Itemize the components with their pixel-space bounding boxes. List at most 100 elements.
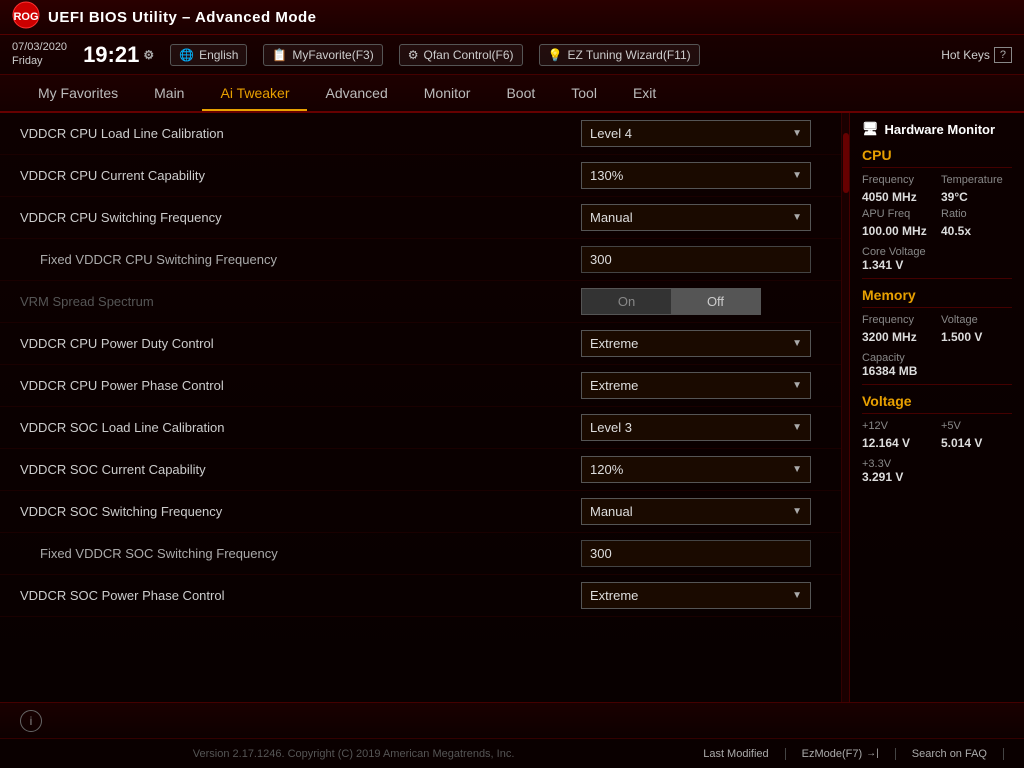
dropdown-value-6: Extreme [590, 378, 638, 393]
tab-monitor[interactable]: Monitor [406, 77, 489, 109]
bottom-bar: i [0, 702, 1024, 738]
setting-row-5: VDDCR CPU Power Duty ControlExtreme▼ [0, 323, 841, 365]
myfavorite-label: MyFavorite(F3) [292, 48, 373, 62]
scrollbar-thumb[interactable] [843, 133, 849, 193]
last-modified-button[interactable]: Last Modified [687, 748, 785, 760]
setting-control-1: 130%▼ [581, 162, 821, 189]
setting-control-2: Manual▼ [581, 204, 821, 231]
tab-ai-tweaker[interactable]: Ai Tweaker [202, 77, 307, 111]
monitor-icon: 🖥 [862, 121, 879, 137]
setting-control-7: Level 3▼ [581, 414, 821, 441]
dropdown-arrow-0: ▼ [792, 128, 802, 139]
apu-freq-label: APU Freq [862, 208, 933, 220]
eztuning-button[interactable]: 💡 EZ Tuning Wizard(F11) [539, 44, 700, 66]
topbar: 07/03/2020 Friday 19:21 ⚙ 🌐 English 📋 My… [0, 35, 1024, 75]
tab-main[interactable]: Main [136, 77, 202, 109]
toggle-off-btn-4[interactable]: Off [671, 289, 760, 314]
setting-row-2: VDDCR CPU Switching FrequencyManual▼ [0, 197, 841, 239]
dropdown-0[interactable]: Level 4 ▼ [581, 120, 811, 147]
plus3v-row: +3.3V 3.291 V [862, 458, 1012, 484]
tab-exit[interactable]: Exit [615, 77, 674, 109]
hw-monitor-panel: 🖥 Hardware Monitor CPU Frequency Tempera… [849, 113, 1024, 702]
main-layout: VDDCR CPU Load Line CalibrationLevel 4▼V… [0, 113, 1024, 702]
setting-row-3: Fixed VDDCR CPU Switching Frequency [0, 239, 841, 281]
dropdown-arrow-6: ▼ [792, 380, 802, 391]
cpu-freq-value: 4050 MHz [862, 190, 933, 204]
setting-control-6: Extreme ▼ [581, 372, 821, 399]
toggle-4[interactable]: OnOff [581, 288, 761, 315]
setting-control-9: Manual▼ [581, 498, 821, 525]
ez-mode-button[interactable]: EzMode(F7) →| [786, 748, 896, 760]
hotkeys-label: Hot Keys [941, 48, 990, 62]
ratio-label: Ratio [941, 208, 1012, 220]
memory-section-title: Memory [862, 287, 1012, 308]
dropdown-arrow-8: ▼ [792, 464, 802, 475]
text-input-10[interactable] [581, 540, 811, 567]
info-icon-button[interactable]: i [20, 710, 42, 732]
plus3v-value: 3.291 V [862, 470, 1012, 484]
globe-icon: 🌐 [179, 48, 194, 62]
setting-row-0: VDDCR CPU Load Line CalibrationLevel 4▼ [0, 113, 841, 155]
toggle-on-btn-4[interactable]: On [582, 289, 671, 314]
settings-list: VDDCR CPU Load Line CalibrationLevel 4▼V… [0, 113, 841, 617]
cpu-temp-value: 39°C [941, 190, 1012, 204]
tab-boot[interactable]: Boot [488, 77, 553, 109]
scrollbar[interactable] [841, 113, 849, 702]
dropdown-2[interactable]: Manual▼ [581, 204, 811, 231]
datetime-display: 07/03/2020 Friday [12, 41, 67, 67]
dropdown-value-11: Extreme [590, 588, 638, 603]
setting-row-11: VDDCR SOC Power Phase ControlExtreme▼ [0, 575, 841, 617]
tab-my-favorites[interactable]: My Favorites [20, 77, 136, 109]
mem-freq-label: Frequency [862, 314, 933, 326]
setting-label-10: Fixed VDDCR SOC Switching Frequency [20, 546, 581, 561]
core-voltage-value: 1.341 V [862, 258, 1012, 272]
settings-gear-icon[interactable]: ⚙ [143, 48, 154, 62]
dropdown-value-0: Level 4 [590, 126, 632, 141]
language-button[interactable]: 🌐 English [170, 44, 247, 66]
setting-control-4: OnOff [581, 288, 821, 315]
nav-tabs: My Favorites Main Ai Tweaker Advanced Mo… [0, 75, 1024, 113]
mem-freq-value: 3200 MHz [862, 330, 933, 344]
dropdown-arrow-11: ▼ [792, 590, 802, 601]
setting-control-5: Extreme▼ [581, 330, 821, 357]
setting-control-3 [581, 246, 821, 273]
hw-monitor-title: 🖥 Hardware Monitor [862, 121, 1012, 137]
setting-row-7: VDDCR SOC Load Line CalibrationLevel 3▼ [0, 407, 841, 449]
dropdown-9[interactable]: Manual▼ [581, 498, 811, 525]
dropdown-7[interactable]: Level 3▼ [581, 414, 811, 441]
setting-control-11: Extreme ▼ [581, 582, 821, 609]
text-input-3[interactable] [581, 246, 811, 273]
setting-label-6: VDDCR CPU Power Phase Control [20, 378, 581, 393]
dropdown-arrow-1: ▼ [792, 170, 802, 181]
rog-logo-icon: ROG [12, 1, 40, 34]
footer-nav: Last Modified EzMode(F7) →| Search on FA… [687, 748, 1004, 760]
memory-stats: Frequency Voltage 3200 MHz 1.500 V [862, 314, 1012, 344]
setting-row-9: VDDCR SOC Switching FrequencyManual▼ [0, 491, 841, 533]
language-label: English [199, 48, 238, 62]
plus12v-label: +12V [862, 420, 933, 432]
qfan-button[interactable]: ⚙ Qfan Control(F6) [399, 44, 523, 66]
setting-row-8: VDDCR SOC Current Capability120%▼ [0, 449, 841, 491]
dropdown-8[interactable]: 120%▼ [581, 456, 811, 483]
myfavorite-button[interactable]: 📋 MyFavorite(F3) [263, 44, 382, 66]
plus5v-value: 5.014 V [941, 436, 1012, 450]
dropdown-1[interactable]: 130%▼ [581, 162, 811, 189]
mem-capacity-label: Capacity [862, 352, 1012, 364]
dropdown-6[interactable]: Extreme ▼ [581, 372, 811, 399]
setting-label-1: VDDCR CPU Current Capability [20, 168, 581, 183]
tab-tool[interactable]: Tool [553, 77, 615, 109]
setting-label-3: Fixed VDDCR CPU Switching Frequency [20, 252, 581, 267]
cpu-temp-label: Temperature [941, 174, 1012, 186]
qfan-label: Qfan Control(F6) [423, 48, 513, 62]
hotkeys-button[interactable]: Hot Keys ? [941, 47, 1012, 63]
app-title: UEFI BIOS Utility – Advanced Mode [48, 9, 1012, 26]
dropdown-11[interactable]: Extreme ▼ [581, 582, 811, 609]
myfavorite-icon: 📋 [272, 48, 287, 62]
search-faq-button[interactable]: Search on FAQ [896, 748, 1004, 760]
svg-text:ROG: ROG [13, 11, 38, 23]
help-icon: ? [994, 47, 1012, 63]
plus3v-label: +3.3V [862, 458, 1012, 470]
core-voltage-label: Core Voltage [862, 246, 1012, 258]
dropdown-5[interactable]: Extreme▼ [581, 330, 811, 357]
tab-advanced[interactable]: Advanced [307, 77, 405, 109]
